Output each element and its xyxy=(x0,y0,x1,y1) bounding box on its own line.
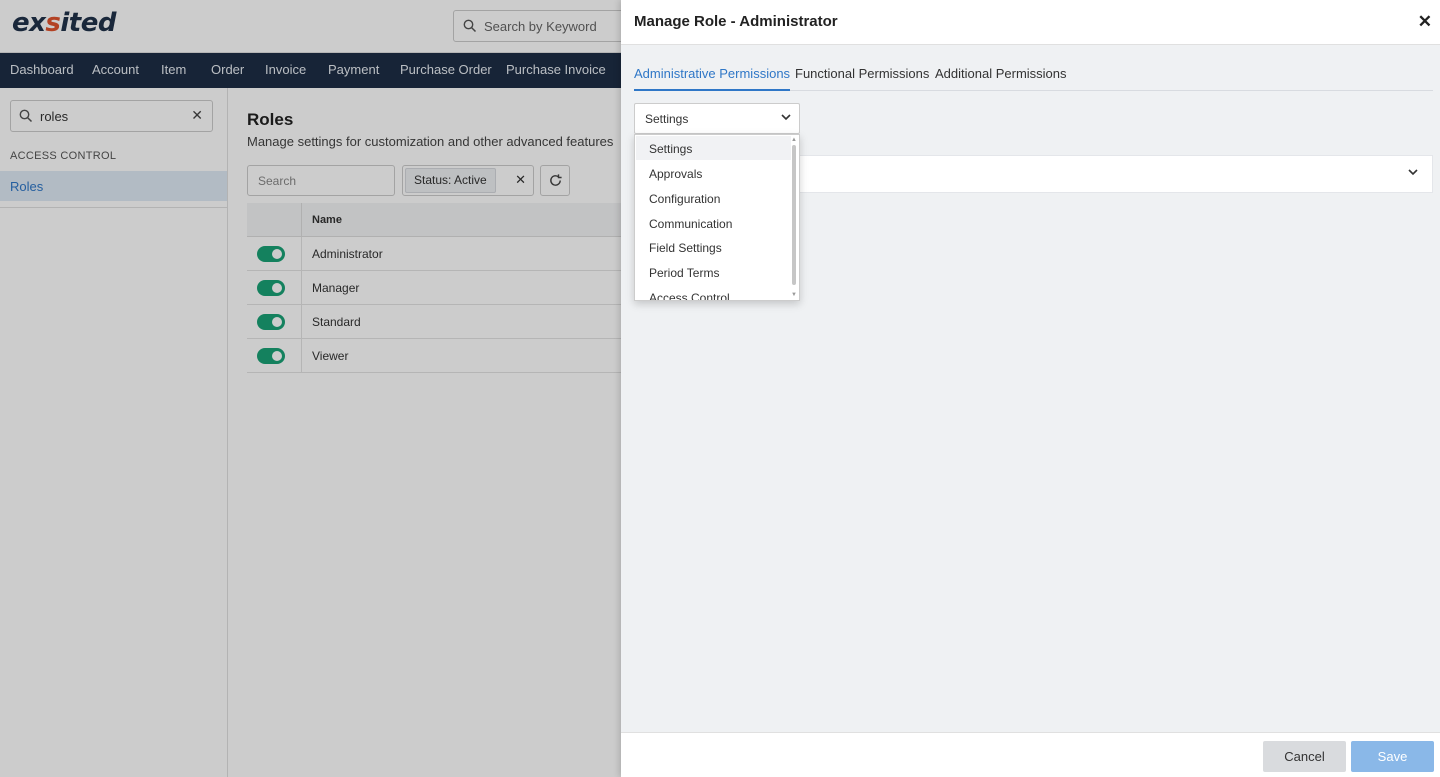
tab-functional-permissions[interactable]: Functional Permissions xyxy=(795,66,929,91)
dropdown-option[interactable]: Approvals xyxy=(636,161,791,185)
drawer-header: Manage Role - Administrator ✕ xyxy=(621,0,1440,45)
dropdown-option-label: Configuration xyxy=(649,192,721,206)
dropdown-option-label: Period Terms xyxy=(649,266,720,280)
category-dropdown-list[interactable]: Settings Approvals Configuration Communi… xyxy=(634,134,800,301)
dropdown-option-label: Communication xyxy=(649,217,733,231)
dropdown-option[interactable]: Period Terms xyxy=(636,260,791,284)
chevron-down-icon xyxy=(1408,169,1418,176)
dropdown-option[interactable]: Field Settings xyxy=(636,235,791,259)
dropdown-option-label: Access Control xyxy=(649,291,730,301)
scroll-up-icon[interactable]: ▲ xyxy=(791,137,797,143)
permission-tabs: Administrative Permissions Functional Pe… xyxy=(634,62,1433,91)
dropdown-option[interactable]: Communication xyxy=(636,211,791,235)
close-icon[interactable]: ✕ xyxy=(1418,12,1432,32)
save-button[interactable]: Save xyxy=(1351,741,1434,772)
select-value: Settings xyxy=(645,112,689,126)
cancel-button[interactable]: Cancel xyxy=(1263,741,1346,772)
dropdown-option[interactable]: Configuration xyxy=(636,186,791,210)
scroll-down-icon[interactable]: ▼ xyxy=(791,292,797,298)
chevron-down-icon xyxy=(781,114,791,121)
dropdown-scrollbar[interactable]: ▲ ▼ xyxy=(791,137,797,298)
dropdown-option-label: Field Settings xyxy=(649,241,722,255)
drawer-title: Manage Role - Administrator xyxy=(634,13,838,30)
manage-role-drawer: Manage Role - Administrator ✕ Administra… xyxy=(621,0,1440,777)
permission-category-select[interactable]: Settings xyxy=(634,103,800,134)
dropdown-option[interactable]: Access Control xyxy=(636,285,791,301)
tab-administrative-permissions[interactable]: Administrative Permissions xyxy=(634,66,791,91)
scrollbar-thumb[interactable] xyxy=(792,145,796,285)
tab-additional-permissions[interactable]: Additional Permissions xyxy=(935,66,1067,91)
dropdown-option-label: Settings xyxy=(649,142,693,156)
dropdown-option[interactable]: Settings xyxy=(636,136,791,160)
modal-backdrop[interactable] xyxy=(0,0,621,777)
drawer-footer: Cancel Save xyxy=(621,732,1440,777)
dropdown-option-label: Approvals xyxy=(649,167,703,181)
